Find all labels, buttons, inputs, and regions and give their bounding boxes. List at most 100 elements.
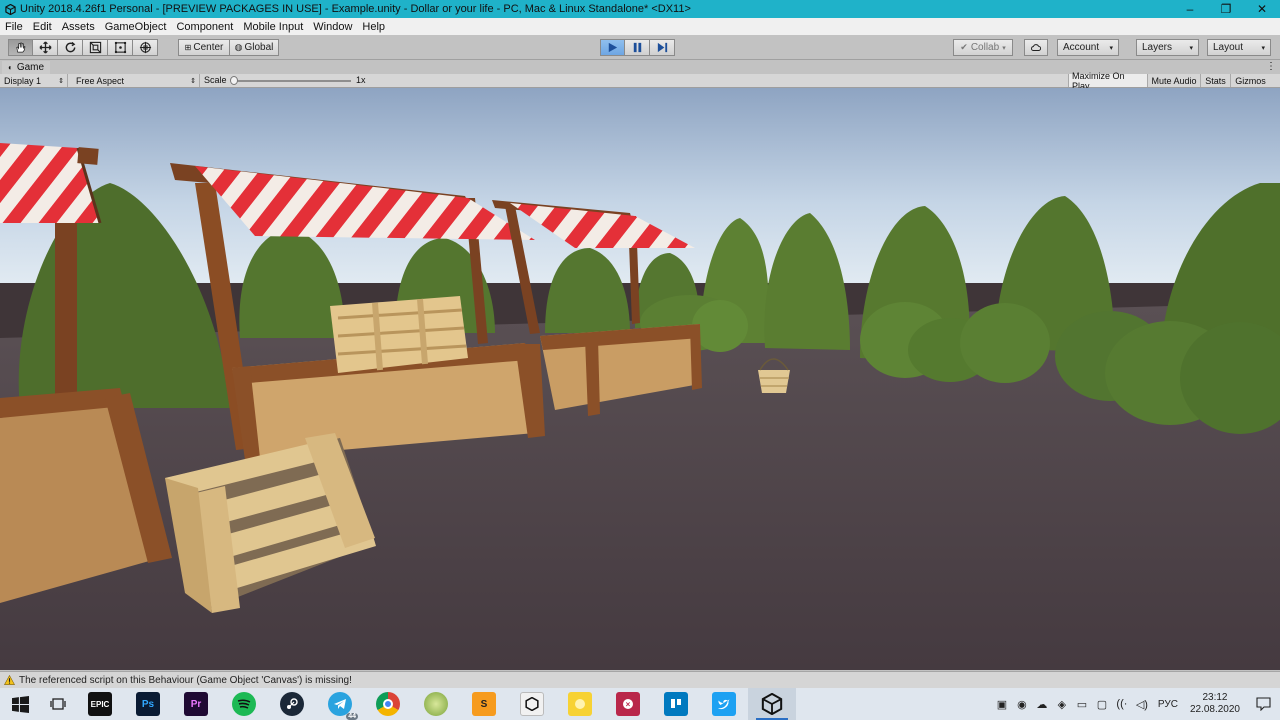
tray-app2-icon[interactable]: ◈ [1052,688,1072,720]
clock[interactable]: 23:12 22.08.2020 [1184,692,1246,716]
layout-dropdown[interactable]: Layout ▾ [1207,39,1271,56]
mute-audio-toggle[interactable]: Mute Audio [1147,74,1200,87]
yellow-app-icon [568,692,592,716]
cloud-icon [1031,44,1041,51]
move-icon [38,41,52,54]
status-message: The referenced script on this Behaviour … [19,674,352,686]
scale-tool-button[interactable] [83,39,108,56]
display-icon[interactable]: ▢ [1092,688,1112,720]
red-app-icon: × [616,692,640,716]
collab-button[interactable]: ✔ Collab ▾ [953,39,1013,56]
epic-tray-icon[interactable]: ▣ [992,688,1012,720]
step-icon [657,42,667,53]
taskbar-trello[interactable] [652,688,700,720]
transform-tool-button[interactable] [133,39,158,56]
tray-app-icon[interactable]: ◉ [1012,688,1032,720]
global-label: Global [244,42,274,53]
wifi-icon[interactable]: ((· [1112,688,1132,720]
layout-group: Layout ▾ [1207,39,1271,56]
taskbar-photoshop[interactable]: Ps [124,688,172,720]
notifications-icon[interactable] [1246,688,1280,720]
game-tab-icon: ◐ [8,63,13,72]
menu-mobile-input[interactable]: Mobile Input [238,21,308,33]
start-button[interactable] [0,688,40,720]
play-button[interactable] [600,39,625,56]
layout-label: Layout [1213,42,1244,53]
chevron-down-icon: ▾ [1261,44,1265,52]
globe-icon: ◍ [234,42,243,52]
gizmos-dropdown[interactable]: Gizmos [1230,74,1270,87]
menu-gameobject[interactable]: GameObject [100,21,172,33]
menu-assets[interactable]: Assets [57,21,100,33]
epic-games-icon: EPIC [88,692,112,716]
system-tray: ▣ ◉ ☁ ◈ ▭ ▢ ((· ◁) РУС 23:12 22.08.2020 [992,688,1280,720]
unity-logo-icon [4,3,16,15]
hand-tool-button[interactable] [8,39,33,56]
scale-value: 1x [356,75,366,85]
cloud-tray-icon[interactable]: ☁ [1032,688,1052,720]
game-view[interactable] [0,88,1280,670]
close-button[interactable]: ✕ [1244,0,1280,18]
taskbar-steam[interactable] [268,688,316,720]
layers-dropdown[interactable]: Layers ▾ [1136,39,1199,56]
menu-edit[interactable]: Edit [28,21,57,33]
combined-transform-icon [139,41,151,54]
tab-game[interactable]: ◐ Game [2,61,51,74]
taskbar-unity[interactable] [748,688,796,720]
pivot-icon: ⊞ [184,43,192,52]
scale-label: Scale [204,75,227,85]
taskbar-epic-games[interactable]: EPIC [76,688,124,720]
task-view-button[interactable] [40,688,76,720]
step-button[interactable] [650,39,675,56]
telegram-badge: 44 [346,713,358,720]
rect-tool-button[interactable] [108,39,133,56]
menu-bar: File Edit Assets GameObject Component Mo… [0,18,1280,35]
taskbar-chrome[interactable] [364,688,412,720]
tab-menu-icon[interactable]: ⋮ [1266,61,1276,72]
account-dropdown[interactable]: Account ▾ [1057,39,1119,56]
taskbar-game-app[interactable] [412,688,460,720]
pivot-global-button[interactable]: ◍ Global [230,39,279,56]
account-label: Account [1063,42,1100,53]
scale-slider-thumb[interactable] [230,76,238,85]
pivot-center-button[interactable]: ⊞ Center [178,39,230,56]
scale-slider-track[interactable] [233,80,351,82]
layers-label: Layers [1142,42,1173,53]
taskbar-spotify[interactable] [220,688,268,720]
updown-icon: ⇕ [190,77,196,85]
taskbar-sublime[interactable]: S [460,688,508,720]
taskbar-red-app[interactable]: × [604,688,652,720]
rotate-tool-button[interactable] [58,39,83,56]
transform-tools [8,39,158,56]
menu-window[interactable]: Window [308,21,357,33]
taskbar-telegram[interactable]: 44 [316,688,364,720]
maximize-on-play-toggle[interactable]: Maximize On Play [1068,71,1147,91]
window-title: Unity 2018.4.26f1 Personal - [PREVIEW PA… [20,3,691,15]
taskbar-twitter[interactable] [700,688,748,720]
clock-date: 22.08.2020 [1189,704,1240,715]
menu-help[interactable]: Help [357,21,390,33]
menu-component[interactable]: Component [171,21,238,33]
volume-icon[interactable]: ◁) [1132,688,1152,720]
maximize-button[interactable]: ❐ [1208,0,1244,18]
aspect-dropdown[interactable]: Free Aspect ⇕ [72,74,200,87]
pause-button[interactable] [625,39,650,56]
chevron-down-icon: ▾ [1109,44,1113,52]
taskbar-unity-hub[interactable] [508,688,556,720]
clock-time: 23:12 [1202,692,1228,703]
game-scene [0,88,1280,670]
console-status-bar[interactable]: The referenced script on this Behaviour … [0,671,1280,688]
taskbar-yellow-app[interactable] [556,688,604,720]
stats-toggle[interactable]: Stats [1200,74,1230,87]
cloud-button[interactable] [1024,39,1048,56]
menu-file[interactable]: File [0,21,28,33]
minimize-button[interactable]: – [1172,0,1208,18]
display-dropdown[interactable]: Display 1 ⇕ [0,74,68,87]
move-tool-button[interactable] [33,39,58,56]
windows-logo-icon [11,695,29,713]
taskbar-premiere[interactable]: Pr [172,688,220,720]
sublime-text-icon: S [472,692,496,716]
language-indicator[interactable]: РУС [1152,699,1184,710]
premiere-icon: Pr [184,692,208,716]
battery-icon[interactable]: ▭ [1072,688,1092,720]
